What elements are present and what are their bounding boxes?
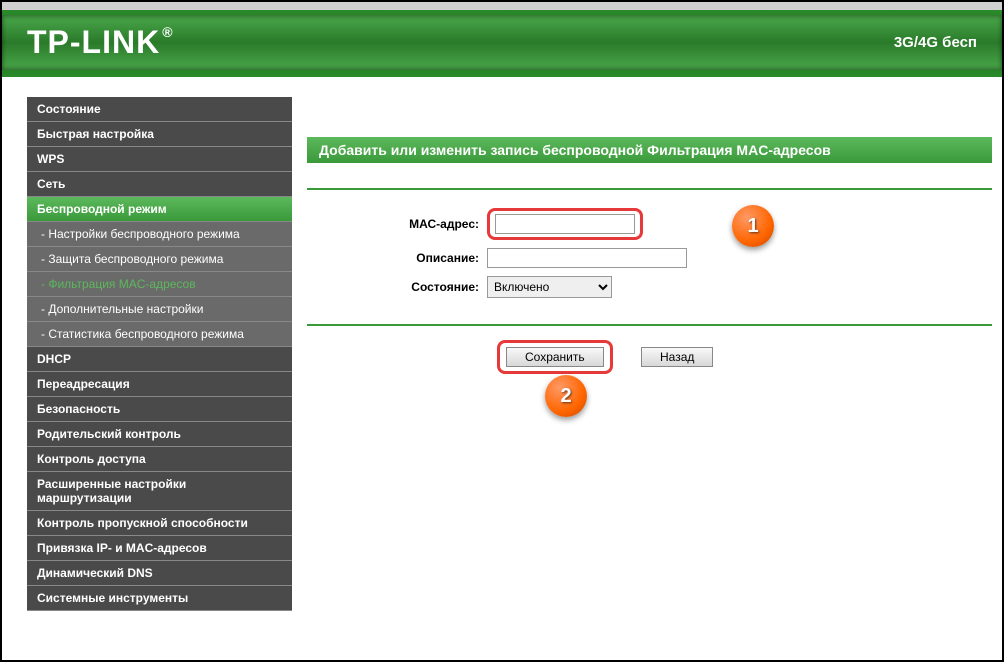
form-row-desc: Описание: [307, 248, 992, 268]
form-row-mac: МАС-адрес: [307, 208, 992, 240]
sidebar-item-dhcp[interactable]: DHCP [27, 347, 292, 372]
sidebar-item-status[interactable]: Состояние [27, 97, 292, 122]
sidebar-item-bandwidth[interactable]: Контроль пропускной способности [27, 511, 292, 536]
container: Состояние Быстрая настройка WPS Сеть Бес… [2, 77, 1002, 660]
sidebar-item-access[interactable]: Контроль доступа [27, 447, 292, 472]
mac-input[interactable] [495, 214, 635, 234]
state-select[interactable]: Включено [487, 276, 612, 298]
logo: TP-LINK® [27, 24, 174, 61]
sidebar-item-wireless-stats[interactable]: - Статистика беспроводного режима [27, 322, 292, 347]
logo-reg: ® [162, 24, 173, 40]
sidebar: Состояние Быстрая настройка WPS Сеть Бес… [2, 77, 297, 660]
sidebar-item-ddns[interactable]: Динамический DNS [27, 561, 292, 586]
sidebar-item-wireless-security[interactable]: - Защита беспроводного режима [27, 247, 292, 272]
desc-label: Описание: [307, 251, 487, 265]
desc-input[interactable] [487, 248, 687, 268]
sidebar-item-parental[interactable]: Родительский контроль [27, 422, 292, 447]
button-row: Сохранить Назад 2 [307, 340, 992, 374]
callout-1: 1 [732, 205, 774, 247]
sidebar-item-wireless-settings[interactable]: - Настройки беспроводного режима [27, 222, 292, 247]
sidebar-item-network[interactable]: Сеть [27, 172, 292, 197]
header-subtitle: 3G/4G бесп [894, 34, 977, 51]
sidebar-item-wireless-advanced[interactable]: - Дополнительные настройки [27, 297, 292, 322]
mac-label: МАС-адрес: [307, 217, 487, 231]
sidebar-item-forwarding[interactable]: Переадресация [27, 372, 292, 397]
sidebar-item-routing[interactable]: Расширенные настройки маршрутизации [27, 472, 292, 511]
sidebar-item-wireless[interactable]: Беспроводной режим [27, 197, 292, 222]
sidebar-item-ip-mac-binding[interactable]: Привязка IP- и MAC-адресов [27, 536, 292, 561]
back-button[interactable]: Назад [641, 347, 713, 367]
page-title: Добавить или изменить запись беспроводно… [307, 137, 992, 163]
sidebar-item-security[interactable]: Безопасность [27, 397, 292, 422]
logo-text: TP-LINK [27, 24, 160, 60]
save-button[interactable]: Сохранить [506, 347, 604, 367]
form-row-state: Состояние: Включено [307, 276, 992, 298]
sidebar-item-system[interactable]: Системные инструменты [27, 586, 292, 611]
callout-2: 2 [545, 375, 587, 417]
sidebar-item-mac-filter[interactable]: - Фильтрация MAC-адресов [27, 272, 292, 297]
state-label: Состояние: [307, 280, 487, 294]
sidebar-item-wps[interactable]: WPS [27, 147, 292, 172]
form-area: МАС-адрес: Описание: Состояние: Включено… [307, 188, 992, 326]
sidebar-item-quicksetup[interactable]: Быстрая настройка [27, 122, 292, 147]
highlight-save: Сохранить [497, 340, 613, 374]
header: TP-LINK® 3G/4G бесп [2, 2, 1002, 77]
highlight-mac [487, 208, 643, 240]
content: Добавить или изменить запись беспроводно… [297, 77, 1002, 660]
header-inner: TP-LINK® 3G/4G бесп [2, 15, 1002, 70]
